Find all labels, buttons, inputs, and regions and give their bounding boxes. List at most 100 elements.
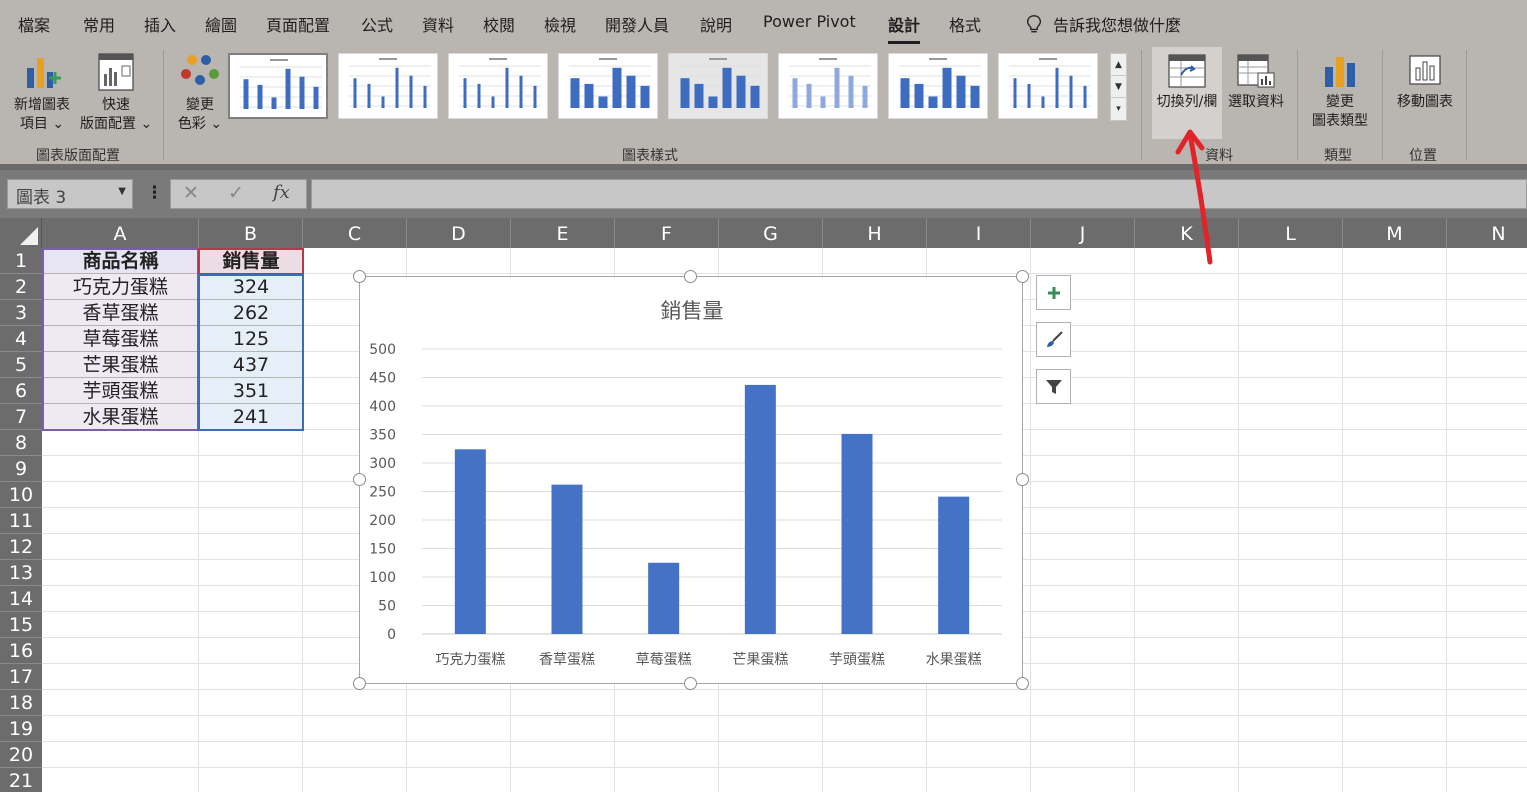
column-header-l[interactable]: L <box>1239 218 1343 248</box>
row-header-15[interactable]: 15 <box>0 612 42 638</box>
chart-title[interactable]: 銷售量 <box>661 299 724 323</box>
chart-bar[interactable] <box>841 433 873 634</box>
column-header-c[interactable]: C <box>303 218 407 248</box>
column-header-i[interactable]: I <box>927 218 1031 248</box>
tab-help[interactable]: 說明 <box>700 12 732 36</box>
formula-bar-grip-icon[interactable]: ⋮ <box>146 183 163 203</box>
name-box-dropdown-icon[interactable]: ▼ <box>118 186 126 197</box>
chart-styles-button[interactable] <box>1036 322 1071 357</box>
row-header-8[interactable]: 8 <box>0 430 42 456</box>
gallery-more-icon[interactable]: ▾ <box>1111 98 1126 120</box>
enter-icon[interactable]: ✓ <box>228 182 244 204</box>
column-header-a[interactable]: A <box>42 218 199 248</box>
chart-styles-gallery[interactable] <box>228 53 1108 121</box>
resize-handle-top[interactable] <box>684 270 697 283</box>
column-header-g[interactable]: G <box>719 218 823 248</box>
formula-input[interactable] <box>311 179 1527 209</box>
chart-style-thumbnail-7[interactable] <box>888 53 988 119</box>
row-header-13[interactable]: 13 <box>0 560 42 586</box>
row-header-18[interactable]: 18 <box>0 690 42 716</box>
tab-review[interactable]: 校閱 <box>483 12 515 36</box>
resize-handle-right[interactable] <box>1016 473 1029 486</box>
cancel-icon[interactable]: ✕ <box>183 182 199 204</box>
row-header-4[interactable]: 4 <box>0 326 42 352</box>
row-header-3[interactable]: 3 <box>0 300 42 326</box>
select-data-button[interactable]: 選取資料 <box>1224 53 1288 112</box>
row-header-17[interactable]: 17 <box>0 664 42 690</box>
cell-b2[interactable]: 324 <box>199 274 303 300</box>
row-header-2[interactable]: 2 <box>0 274 42 300</box>
row-header-12[interactable]: 12 <box>0 534 42 560</box>
row-header-14[interactable]: 14 <box>0 586 42 612</box>
cell-a3[interactable]: 香草蛋糕 <box>42 300 199 326</box>
chart-style-thumbnail-3[interactable] <box>448 53 548 119</box>
column-header-e[interactable]: E <box>511 218 615 248</box>
select-all-button[interactable] <box>0 218 42 248</box>
resize-handle-left[interactable] <box>353 473 366 486</box>
gallery-up-icon[interactable]: ▲ <box>1111 54 1126 76</box>
cell-b1[interactable]: 銷售量 <box>199 248 303 274</box>
name-box[interactable]: 圖表 3 ▼ <box>7 179 133 209</box>
cell-a2[interactable]: 巧克力蛋糕 <box>42 274 199 300</box>
gallery-down-icon[interactable]: ▼ <box>1111 76 1126 98</box>
gallery-scroll[interactable]: ▲ ▼ ▾ <box>1110 53 1127 121</box>
change-colors-button[interactable]: 變更 色彩 ⌄ <box>174 52 226 134</box>
chart-object[interactable]: 銷售量 0 50 100 150 200 250 300 350 400 450 500 巧克力蛋糕 香草… <box>359 276 1023 684</box>
tab-home[interactable]: 常用 <box>83 12 115 36</box>
row-header-21[interactable]: 21 <box>0 768 42 792</box>
tab-design[interactable]: 設計 <box>888 12 921 44</box>
change-chart-type-button[interactable]: 變更 圖表類型 <box>1306 53 1374 131</box>
cell-b5[interactable]: 437 <box>199 352 303 378</box>
cell-a4[interactable]: 草莓蛋糕 <box>42 326 199 352</box>
chart-style-thumbnail-4[interactable] <box>558 53 658 119</box>
row-header-6[interactable]: 6 <box>0 378 42 404</box>
tab-developer[interactable]: 開發人員 <box>605 12 669 36</box>
add-chart-element-button[interactable]: 新增圖表 項目 ⌄ <box>10 52 74 134</box>
chart-bar[interactable] <box>938 496 970 634</box>
row-header-9[interactable]: 9 <box>0 456 42 482</box>
column-header-b[interactable]: B <box>199 218 303 248</box>
column-header-j[interactable]: J <box>1031 218 1135 248</box>
chart-filters-button[interactable] <box>1036 369 1071 404</box>
chart-style-thumbnail-2[interactable] <box>338 53 438 119</box>
resize-handle-bottom-right[interactable] <box>1016 677 1029 690</box>
resize-handle-top-right[interactable] <box>1016 270 1029 283</box>
chart-bar[interactable] <box>551 484 583 634</box>
cell-b4[interactable]: 125 <box>199 326 303 352</box>
row-header-7[interactable]: 7 <box>0 404 42 430</box>
chart-style-thumbnail-8[interactable] <box>998 53 1098 119</box>
resize-handle-top-left[interactable] <box>353 270 366 283</box>
tab-file[interactable]: 檔案 <box>18 12 50 36</box>
row-header-10[interactable]: 10 <box>0 482 42 508</box>
row-header-5[interactable]: 5 <box>0 352 42 378</box>
insert-function-icon[interactable]: fx <box>273 182 290 203</box>
tab-formulas[interactable]: 公式 <box>361 12 393 36</box>
cell-a5[interactable]: 芒果蛋糕 <box>42 352 199 378</box>
cell-b7[interactable]: 241 <box>199 404 303 430</box>
cell-b3[interactable]: 262 <box>199 300 303 326</box>
column-header-n[interactable]: N <box>1447 218 1527 248</box>
tell-me-search[interactable]: 告訴我您想做什麼 <box>1025 12 1181 36</box>
column-header-f[interactable]: F <box>615 218 719 248</box>
row-header-20[interactable]: 20 <box>0 742 42 768</box>
chart-style-thumbnail-5[interactable] <box>668 53 768 119</box>
quick-layout-button[interactable]: 快速 版面配置 ⌄ <box>80 52 152 134</box>
cell-b6[interactable]: 351 <box>199 378 303 404</box>
column-header-d[interactable]: D <box>407 218 511 248</box>
row-header-16[interactable]: 16 <box>0 638 42 664</box>
chart-style-thumbnail-1[interactable] <box>228 53 328 119</box>
tab-power-pivot[interactable]: Power Pivot <box>763 12 856 31</box>
tab-view[interactable]: 檢視 <box>544 12 576 36</box>
row-header-1[interactable]: 1 <box>0 248 42 274</box>
tab-format[interactable]: 格式 <box>949 12 981 36</box>
resize-handle-bottom[interactable] <box>684 677 697 690</box>
tab-draw[interactable]: 繪圖 <box>205 12 237 36</box>
tab-page-layout[interactable]: 頁面配置 <box>266 12 330 36</box>
cell-a1[interactable]: 商品名稱 <box>42 248 199 274</box>
move-chart-button[interactable]: 移動圖表 <box>1392 53 1458 112</box>
chart-style-thumbnail-6[interactable] <box>778 53 878 119</box>
chart-bar[interactable] <box>648 562 680 634</box>
column-header-m[interactable]: M <box>1343 218 1447 248</box>
chart-bar[interactable] <box>454 449 486 634</box>
row-header-11[interactable]: 11 <box>0 508 42 534</box>
